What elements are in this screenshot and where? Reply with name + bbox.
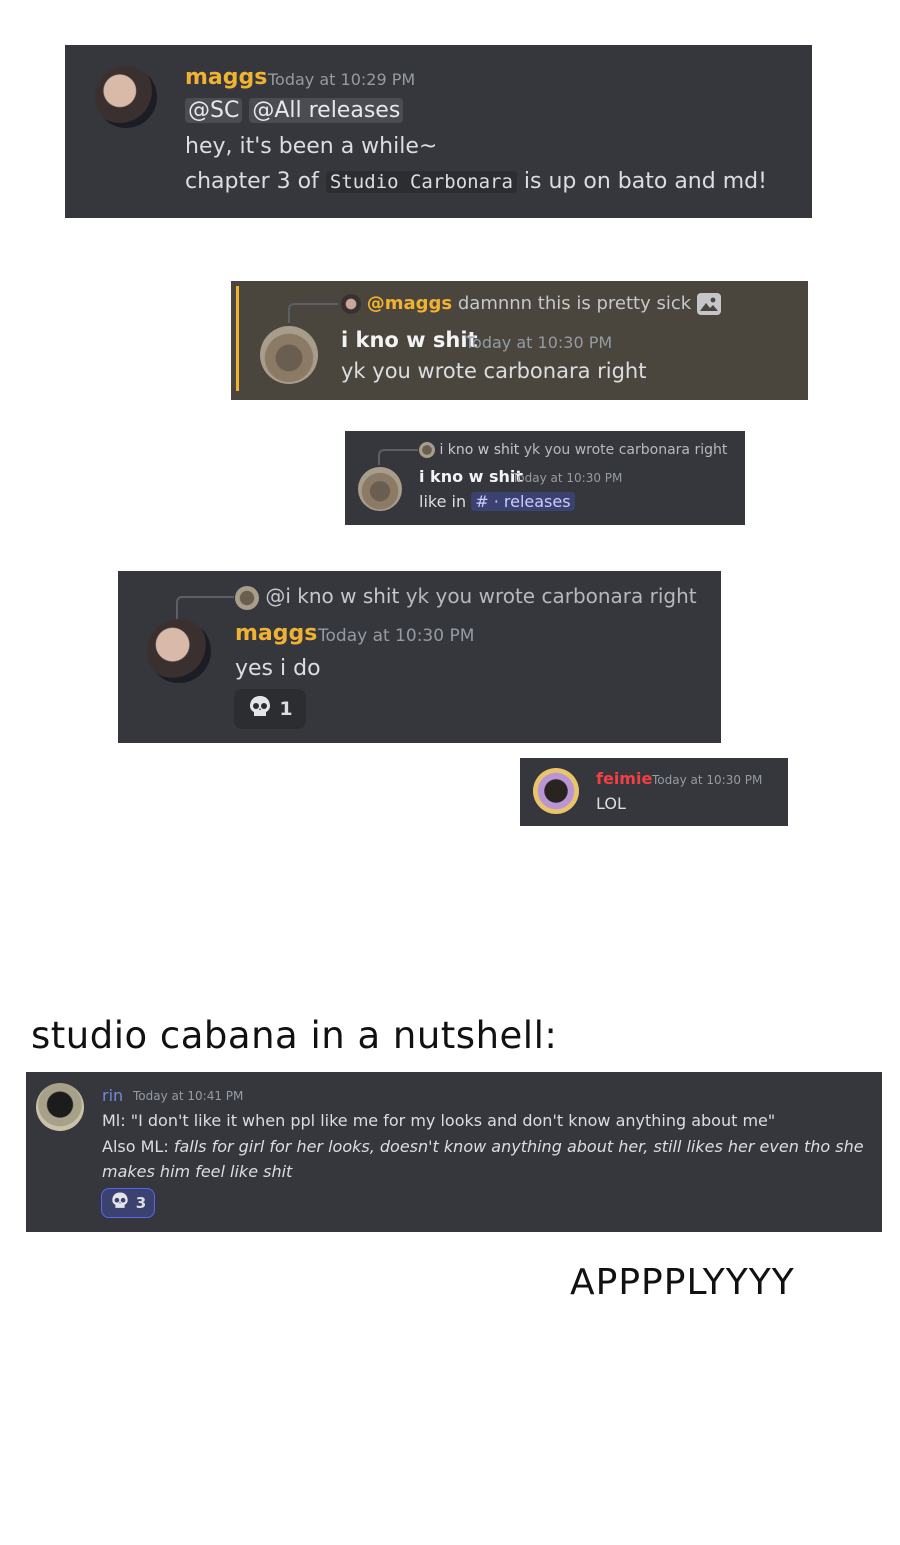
- timestamp: Today at 10:41 PM: [133, 1089, 244, 1103]
- avatar-rin[interactable]: [36, 1083, 84, 1131]
- mini-avatar-ikws: [419, 442, 435, 458]
- inline-code: Studio Carbonara: [325, 171, 517, 193]
- reply-preview[interactable]: @i kno w shit yk you wrote carbonara rig…: [235, 584, 697, 610]
- avatar-maggs[interactable]: [95, 66, 157, 128]
- highlight-bar: [236, 286, 239, 391]
- channel-link-releases[interactable]: # · releases: [471, 492, 575, 511]
- message-line-2: chapter 3 of Studio Carbonara is up on b…: [185, 169, 767, 194]
- reply-preview[interactable]: i kno w shit yk you wrote carbonara righ…: [419, 442, 727, 458]
- reaction-skull[interactable]: 3: [101, 1188, 155, 1218]
- avatar-feimie[interactable]: [533, 768, 579, 814]
- avatar-ikws[interactable]: [358, 467, 402, 511]
- username-maggs[interactable]: maggs: [235, 621, 317, 646]
- reply-username: i kno w shit: [439, 442, 520, 458]
- username-rin[interactable]: rin: [102, 1086, 123, 1105]
- timestamp: Today at 10:30 PM: [512, 471, 623, 485]
- message-card-rin: rin Today at 10:41 PM Ml: "I don't like …: [26, 1072, 882, 1232]
- timestamp: Today at 10:30 PM: [318, 626, 475, 646]
- username-ikws[interactable]: i kno w shit: [341, 328, 478, 352]
- username-maggs[interactable]: maggs: [185, 65, 267, 90]
- text-prefix: like in: [419, 492, 467, 511]
- message-text: LOL: [596, 794, 626, 813]
- timestamp: Today at 10:30 PM: [465, 333, 613, 352]
- message-card-maggs-2: @i kno w shit yk you wrote carbonara rig…: [118, 571, 721, 743]
- hash-icon: #: [475, 492, 489, 511]
- reply-text: damnnn this is pretty sick: [457, 293, 692, 314]
- message-card-feimie: feimie Today at 10:30 PM LOL: [520, 758, 788, 826]
- skull-icon: [247, 694, 273, 725]
- avatar-maggs[interactable]: [147, 619, 211, 683]
- mini-avatar-maggs: [341, 294, 361, 314]
- message-card-maggs-1: maggs Today at 10:29 PM @SC @All release…: [65, 45, 812, 218]
- channel-name: · releases: [493, 492, 571, 511]
- reply-connector: [378, 449, 418, 465]
- message-line-1: hey, it's been a while~: [185, 134, 438, 159]
- message-line-3: makes him feel like shit: [102, 1162, 292, 1181]
- message-text: like in # · releases: [419, 492, 575, 511]
- message-text: yes i do: [235, 656, 321, 681]
- line2-suffix: is up on bato and md!: [523, 169, 767, 194]
- timestamp: Today at 10:29 PM: [268, 70, 416, 89]
- reply-text: yk you wrote carbonara right: [523, 442, 728, 458]
- reply-connector: [176, 596, 234, 622]
- timestamp: Today at 10:30 PM: [652, 773, 763, 787]
- message-line-2: Also ML: falls for girl for her looks, d…: [102, 1137, 864, 1156]
- mention-sc[interactable]: @SC: [185, 98, 243, 123]
- reply-connector: [288, 303, 338, 323]
- line2-italic: falls for girl for her looks, doesn't kn…: [173, 1137, 864, 1156]
- line2-prefix: chapter 3 of: [185, 169, 319, 194]
- footer-text: APPPPLYYYY: [570, 1262, 795, 1303]
- message-line-1: Ml: "I don't like it when ppl like me fo…: [102, 1111, 776, 1130]
- image-icon: [696, 293, 721, 315]
- mentions-line: @SC @All releases: [185, 98, 404, 123]
- username-ikws[interactable]: i kno w shit: [419, 467, 523, 486]
- line3-italic: makes him feel like shit: [102, 1162, 293, 1181]
- username-feimie[interactable]: feimie: [596, 769, 652, 788]
- reaction-count: 3: [135, 1194, 147, 1212]
- avatar-ikws[interactable]: [260, 326, 318, 384]
- reply-preview[interactable]: @maggs damnnn this is pretty sick: [341, 293, 721, 315]
- message-card-ikws-1: @maggs damnnn this is pretty sick i kno …: [231, 281, 808, 400]
- reply-username: @i kno w shit: [265, 584, 400, 608]
- caption-title: studio cabana in a nutshell:: [31, 1014, 558, 1057]
- reaction-skull[interactable]: 1: [234, 689, 306, 729]
- skull-icon: [110, 1191, 130, 1215]
- mini-avatar-ikws: [235, 585, 259, 610]
- mention-all-releases[interactable]: @All releases: [249, 98, 404, 123]
- message-card-ikws-2: i kno w shit yk you wrote carbonara righ…: [345, 431, 745, 525]
- reply-username: @maggs: [366, 293, 453, 314]
- reply-text: yk you wrote carbonara right: [405, 584, 697, 608]
- reaction-count: 1: [279, 698, 293, 720]
- line2-prefix: Also ML:: [102, 1137, 169, 1156]
- message-text: yk you wrote carbonara right: [341, 359, 647, 383]
